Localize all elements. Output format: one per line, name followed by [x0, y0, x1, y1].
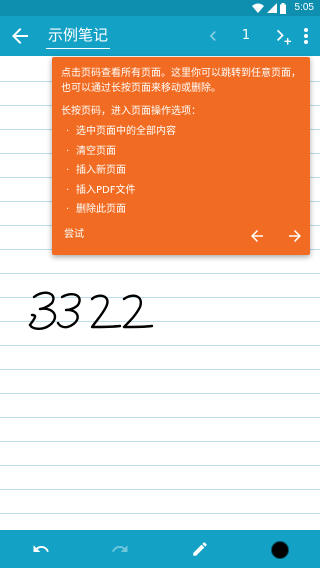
- try-button[interactable]: 尝试: [64, 227, 84, 243]
- color-circle-icon[interactable]: [271, 541, 289, 559]
- pencil-icon[interactable]: [191, 540, 209, 558]
- list-item: · 清空页面: [66, 142, 176, 162]
- bullet: ·: [66, 204, 70, 215]
- app-bar: 示例笔记 1: [0, 16, 320, 56]
- bullet: ·: [66, 145, 70, 157]
- list-item: · 删除此页面: [66, 200, 176, 220]
- bottom-toolbar: [0, 530, 320, 568]
- signal-icon: [267, 3, 277, 13]
- back-arrow-icon[interactable]: [8, 24, 32, 48]
- chevron-left-icon[interactable]: [203, 26, 223, 46]
- option-label: 选中页面中的全部内容: [76, 126, 176, 137]
- list-item: · 插入新页面: [66, 161, 176, 181]
- bullet: ·: [66, 126, 70, 137]
- list-item: · 选中页面中的全部内容: [66, 122, 176, 142]
- option-label: 插入新页面: [76, 165, 126, 176]
- tooltip-options-list: · 选中页面中的全部内容 · 清空页面 · 插入新页面 · 插入PDF文件 · 删除此页面: [66, 122, 176, 220]
- status-icons: [252, 2, 286, 14]
- list-item: · 插入PDF文件: [66, 181, 176, 201]
- option-label: 清空页面: [76, 145, 116, 157]
- notebook-title[interactable]: 示例笔记: [46, 22, 111, 49]
- bullet: ·: [66, 184, 70, 196]
- option-label: 插入PDF文件: [76, 184, 136, 196]
- more-vert-icon[interactable]: [298, 24, 314, 48]
- next-add-page-icon[interactable]: [270, 24, 294, 48]
- option-label: 删除此页面: [76, 204, 126, 215]
- tooltip-intro-text: 点击页码查看所有页面。这里你可以跳转到任意页面，也可以通过长按页面来移动或删除。: [61, 68, 301, 94]
- redo-icon[interactable]: [111, 540, 129, 558]
- page-number[interactable]: 1: [236, 24, 256, 48]
- tooltip-next-arrow-icon[interactable]: [286, 227, 304, 245]
- tooltip-long-press-text: 长按页码，进入页面操作选项：: [61, 106, 201, 117]
- tooltip-prev-arrow-icon[interactable]: [248, 227, 266, 245]
- wifi-icon: [252, 3, 264, 13]
- onboarding-tooltip: 点击页码查看所有页面。这里你可以跳转到任意页面，也可以通过长按页面来移动或删除。…: [52, 57, 310, 255]
- handwritten-strokes: [20, 285, 160, 345]
- battery-icon: [280, 2, 286, 14]
- status-time: 5:05: [294, 2, 314, 13]
- status-bar: 5:05: [0, 0, 320, 16]
- bullet: ·: [66, 165, 70, 176]
- undo-icon[interactable]: [32, 540, 50, 558]
